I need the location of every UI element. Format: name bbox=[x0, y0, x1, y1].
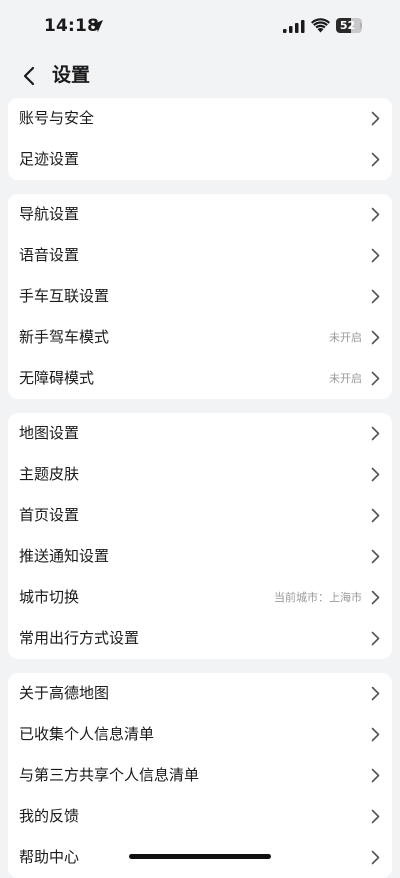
chevron-right-icon bbox=[371, 467, 380, 482]
settings-item-label: 无障碍模式 bbox=[19, 369, 95, 387]
settings-item-car-connect[interactable]: 手车互联设置 bbox=[8, 276, 392, 317]
settings-item-label: 账号与安全 bbox=[19, 109, 95, 127]
settings-group-about: 关于高德地图 已收集个人信息清单 与第三方共享个人信息清单 我的反馈 帮助中心 bbox=[8, 673, 392, 878]
settings-item-label: 城市切换 bbox=[19, 588, 80, 606]
navigation-bar: 设置 bbox=[0, 54, 400, 98]
settings-item-label: 地图设置 bbox=[19, 424, 80, 442]
battery-nub bbox=[360, 23, 362, 28]
settings-group-map: 地图设置 主题皮肤 首页设置 推送通知设置 城市切换 当前城市：上海市 常用出行… bbox=[8, 413, 392, 659]
settings-item-collected-info[interactable]: 已收集个人信息清单 bbox=[8, 714, 392, 755]
location-arrow-icon bbox=[91, 20, 103, 32]
chevron-right-icon bbox=[371, 111, 380, 126]
settings-item-value: 当前城市：上海市 bbox=[274, 591, 362, 604]
settings-item-footprint[interactable]: 足迹设置 bbox=[8, 139, 392, 180]
settings-item-label: 推送通知设置 bbox=[19, 547, 110, 565]
settings-item-value: 未开启 bbox=[329, 372, 362, 385]
page-title: 设置 bbox=[52, 64, 91, 86]
chevron-right-icon bbox=[371, 330, 380, 345]
settings-item-push-notifications[interactable]: 推送通知设置 bbox=[8, 536, 392, 577]
settings-group-navigation: 导航设置 语音设置 手车互联设置 新手驾车模式 未开启 无障碍模式 未开启 bbox=[8, 194, 392, 399]
chevron-right-icon bbox=[371, 768, 380, 783]
settings-item-label: 新手驾车模式 bbox=[19, 328, 110, 346]
back-button[interactable] bbox=[14, 62, 44, 90]
settings-item-about[interactable]: 关于高德地图 bbox=[8, 673, 392, 714]
chevron-right-icon bbox=[371, 508, 380, 523]
settings-item-label: 常用出行方式设置 bbox=[19, 629, 140, 647]
chevron-left-icon bbox=[23, 66, 35, 86]
chevron-right-icon bbox=[371, 207, 380, 222]
settings-item-label: 我的反馈 bbox=[19, 807, 80, 825]
settings-item-label: 主题皮肤 bbox=[19, 465, 80, 483]
settings-item-value: 未开启 bbox=[329, 331, 362, 344]
settings-item-navigation[interactable]: 导航设置 bbox=[8, 194, 392, 235]
settings-item-label: 足迹设置 bbox=[19, 150, 80, 168]
settings-item-label: 手车互联设置 bbox=[19, 287, 110, 305]
chevron-right-icon bbox=[371, 809, 380, 824]
cellular-signal-icon bbox=[283, 20, 305, 33]
settings-item-voice[interactable]: 语音设置 bbox=[8, 235, 392, 276]
settings-item-account-security[interactable]: 账号与安全 bbox=[8, 98, 392, 139]
settings-item-accessibility[interactable]: 无障碍模式 未开启 bbox=[8, 358, 392, 399]
battery-indicator: 52 bbox=[336, 18, 362, 33]
battery-percent: 52 bbox=[339, 19, 356, 32]
settings-item-label: 关于高德地图 bbox=[19, 684, 110, 702]
chevron-right-icon bbox=[371, 152, 380, 167]
settings-item-label: 帮助中心 bbox=[19, 848, 80, 866]
chevron-right-icon bbox=[371, 850, 380, 865]
settings-item-feedback[interactable]: 我的反馈 bbox=[8, 796, 392, 837]
settings-item-label: 语音设置 bbox=[19, 246, 80, 264]
chevron-right-icon bbox=[371, 549, 380, 564]
chevron-right-icon bbox=[371, 426, 380, 441]
home-indicator[interactable] bbox=[129, 854, 271, 859]
settings-item-novice-driving[interactable]: 新手驾车模式 未开启 bbox=[8, 317, 392, 358]
settings-item-label: 与第三方共享个人信息清单 bbox=[19, 766, 200, 784]
chevron-right-icon bbox=[371, 289, 380, 304]
settings-group-account: 账号与安全 足迹设置 bbox=[8, 98, 392, 180]
settings-item-shared-info[interactable]: 与第三方共享个人信息清单 bbox=[8, 755, 392, 796]
wifi-icon bbox=[311, 18, 330, 33]
settings-item-travel-mode[interactable]: 常用出行方式设置 bbox=[8, 618, 392, 659]
settings-item-label: 导航设置 bbox=[19, 205, 80, 223]
chevron-right-icon bbox=[371, 371, 380, 386]
settings-item-map[interactable]: 地图设置 bbox=[8, 413, 392, 454]
chevron-right-icon bbox=[371, 631, 380, 646]
settings-item-label: 首页设置 bbox=[19, 506, 80, 524]
chevron-right-icon bbox=[371, 248, 380, 263]
chevron-right-icon bbox=[371, 727, 380, 742]
settings-item-home-page[interactable]: 首页设置 bbox=[8, 495, 392, 536]
chevron-right-icon bbox=[371, 590, 380, 605]
chevron-right-icon bbox=[371, 686, 380, 701]
status-bar: 14:18 52 bbox=[0, 0, 400, 54]
settings-item-label: 已收集个人信息清单 bbox=[19, 725, 155, 743]
settings-item-theme-skin[interactable]: 主题皮肤 bbox=[8, 454, 392, 495]
settings-item-city-switch[interactable]: 城市切换 当前城市：上海市 bbox=[8, 577, 392, 618]
